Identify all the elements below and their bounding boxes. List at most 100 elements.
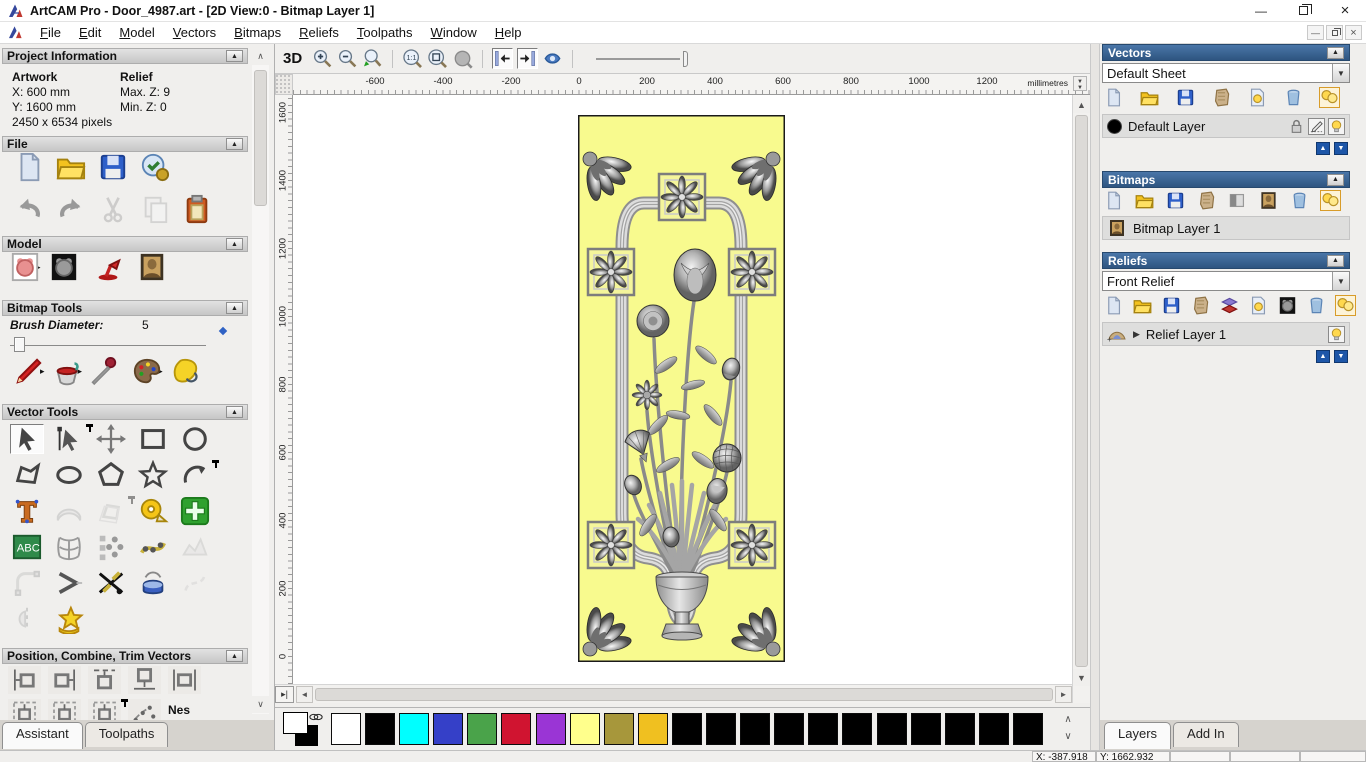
layer-visibility-icon[interactable] xyxy=(1328,117,1345,135)
chevron-down-icon[interactable]: ▼ xyxy=(1332,64,1349,82)
palette-swatch-5[interactable] xyxy=(501,713,532,745)
palette-swatch-4[interactable] xyxy=(467,713,498,745)
lock-layer-icon[interactable] xyxy=(1288,118,1305,135)
palette-scroll-up-icon[interactable]: ∧ xyxy=(1060,711,1076,728)
align-left-button[interactable] xyxy=(8,666,41,694)
delete-relief-layer-icon[interactable] xyxy=(1307,296,1326,315)
sheet-select[interactable]: Default Sheet ▼ xyxy=(1102,63,1350,83)
scroll-left-icon[interactable]: ◄ xyxy=(296,685,313,703)
reduce-colours-icon[interactable] xyxy=(170,356,200,386)
scroll-down-icon[interactable]: ∨ xyxy=(252,696,269,713)
model-properties-icon[interactable] xyxy=(140,152,170,182)
adjust-model-icon[interactable] xyxy=(49,252,79,282)
trim-vectors-tool[interactable] xyxy=(94,568,128,598)
open-bitmap-icon[interactable] xyxy=(1135,191,1154,210)
palette-swatch-14[interactable] xyxy=(808,713,839,745)
palette-swatch-9[interactable] xyxy=(637,713,668,745)
scroll-down-icon[interactable]: ▼ xyxy=(1073,669,1090,686)
slider-handle[interactable] xyxy=(14,337,25,352)
palette-swatch-19[interactable] xyxy=(978,713,1009,745)
save-relief-icon[interactable] xyxy=(1162,296,1181,315)
toggle-visibility-icon[interactable] xyxy=(1248,88,1267,107)
slider-handle[interactable] xyxy=(683,50,689,67)
set-model-size-icon[interactable] xyxy=(10,252,40,282)
tab-assistant[interactable]: Assistant xyxy=(2,722,83,749)
palette-swatch-8[interactable] xyxy=(603,713,634,745)
offset-vector-tool[interactable] xyxy=(94,496,135,526)
snap-right-toggle[interactable] xyxy=(517,48,539,69)
primary-secondary-colour[interactable] xyxy=(283,712,327,748)
horizontal-scroll-thumb[interactable] xyxy=(315,687,1053,701)
colour-picker-icon[interactable] xyxy=(89,356,119,386)
palette-swatch-6[interactable] xyxy=(535,713,566,745)
relief-layer-row[interactable]: + ▶ Relief Layer 1 xyxy=(1102,322,1350,346)
zoom-in-button[interactable] xyxy=(312,48,333,69)
edit-layer-icon[interactable] xyxy=(1308,117,1325,135)
bitmap-layer-row[interactable]: Bitmap Layer 1 xyxy=(1102,216,1350,240)
all-relief-layers-visible-icon[interactable] xyxy=(1335,295,1356,316)
menu-help[interactable]: Help xyxy=(486,23,531,42)
align-right-button[interactable] xyxy=(48,666,81,694)
restore-button[interactable] xyxy=(1282,0,1324,21)
menu-file[interactable]: File xyxy=(31,23,70,42)
ruler-units-button[interactable]: ▼ ▼ xyxy=(1073,76,1087,91)
create-arc-tool[interactable] xyxy=(178,460,219,490)
block-scatter-button[interactable] xyxy=(128,699,161,720)
2d-view-canvas[interactable] xyxy=(293,95,1072,684)
text-block-tool[interactable]: ABC xyxy=(10,532,44,562)
vector-library-tool[interactable] xyxy=(52,604,86,634)
new-relief-layer-icon[interactable] xyxy=(1104,296,1123,315)
open-file-icon[interactable] xyxy=(56,152,86,182)
mirror-vectors-tool[interactable] xyxy=(10,604,44,634)
mdi-minimize-button[interactable]: — xyxy=(1307,25,1324,40)
create-ellipse-tool[interactable] xyxy=(52,460,86,490)
palette-swatch-17[interactable] xyxy=(910,713,941,745)
view-3d-button[interactable]: 3D xyxy=(283,50,302,67)
cut-icon[interactable] xyxy=(98,194,128,224)
assistant-scrollbar[interactable]: ∧ ∨ xyxy=(252,48,269,714)
layer-colour-swatch[interactable] xyxy=(1107,118,1122,134)
palette-swatch-10[interactable] xyxy=(671,713,702,745)
canvas-vertical-scrollbar[interactable]: ▲ ▼ xyxy=(1072,95,1090,703)
align-top-button[interactable] xyxy=(88,666,121,694)
panel-splitter[interactable] xyxy=(1090,44,1100,750)
palette-icon[interactable] xyxy=(132,356,162,386)
select-vectors-tool[interactable] xyxy=(10,424,44,454)
import-relief-icon[interactable] xyxy=(1191,296,1210,315)
bisector-tool[interactable] xyxy=(52,568,86,598)
scrollbar-thumb[interactable] xyxy=(254,70,267,206)
create-circle-tool[interactable] xyxy=(178,424,212,454)
chevron-down-icon[interactable]: ▼ xyxy=(1332,272,1349,290)
align-bottom-button[interactable] xyxy=(128,666,161,694)
vector-layer-row[interactable]: Default Layer xyxy=(1102,114,1350,138)
create-polygon-tool[interactable] xyxy=(94,460,128,490)
align-centers-button[interactable] xyxy=(88,699,128,720)
node-editing-tool[interactable] xyxy=(52,424,93,454)
collapse-vectors-button[interactable]: ▲ xyxy=(1327,46,1344,59)
relief-select[interactable]: Front Relief ▼ xyxy=(1102,271,1350,291)
copy-icon[interactable] xyxy=(140,194,170,224)
menu-model[interactable]: Model xyxy=(110,23,163,42)
menu-bitmaps[interactable]: Bitmaps xyxy=(225,23,290,42)
move-layer-down-icon[interactable]: ▼ xyxy=(1334,142,1348,155)
all-bitmap-layers-visible-icon[interactable] xyxy=(1320,190,1341,211)
palette-swatch-0[interactable] xyxy=(331,713,361,745)
tab-layers[interactable]: Layers xyxy=(1104,722,1172,749)
flood-fill-icon[interactable] xyxy=(52,356,82,386)
collapse-reliefs-button[interactable]: ▲ xyxy=(1327,254,1344,267)
relief-layer-visibility-icon[interactable] xyxy=(1328,325,1345,343)
new-bitmap-layer-icon[interactable] xyxy=(1104,191,1123,210)
extrude-vectors-tool[interactable] xyxy=(136,568,170,598)
collapse-file-button[interactable]: ▲ xyxy=(226,138,243,150)
new-sheet-icon[interactable] xyxy=(1104,88,1123,107)
mdi-restore-button[interactable] xyxy=(1326,25,1343,40)
save-vectors-icon[interactable] xyxy=(1176,88,1195,107)
move-layer-up-icon[interactable]: ▲ xyxy=(1316,142,1330,155)
delete-layer-icon[interactable] xyxy=(1284,88,1303,107)
toggle-panel-icon[interactable]: ▸| xyxy=(275,685,294,703)
load-bitmap-icon[interactable] xyxy=(137,252,167,282)
zoom-1to1-button[interactable]: 1:1 xyxy=(402,48,423,69)
tab-toolpaths[interactable]: Toolpaths xyxy=(84,722,169,747)
nesting-button[interactable]: Nes xyxy=(168,703,190,717)
collapse-bitmaps-button[interactable]: ▲ xyxy=(1327,173,1344,186)
